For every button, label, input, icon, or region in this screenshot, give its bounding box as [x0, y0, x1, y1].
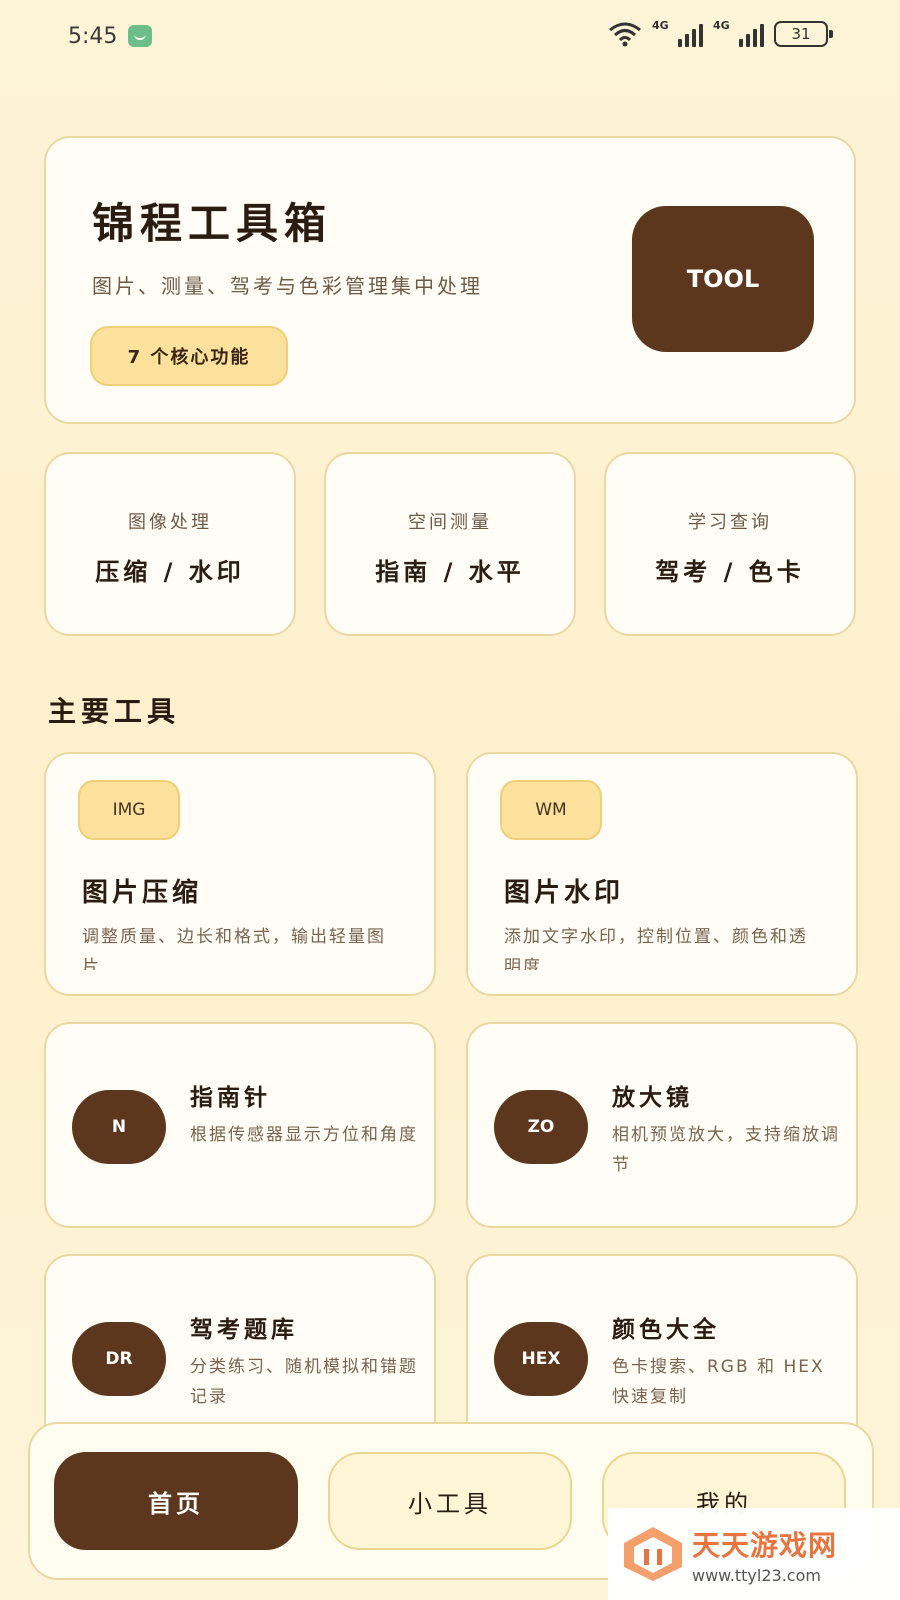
status-indicators: 4G 4G 31 [608, 19, 833, 48]
nav-home-button[interactable]: 首页 [54, 1452, 298, 1550]
tool-card-magnifier[interactable]: ZO 放大镜 相机预览放大，支持缩放调节 [466, 1022, 858, 1228]
network-type-label: 4G [652, 19, 669, 32]
tool-description: 根据传感器显示方位和角度 [190, 1125, 418, 1145]
img-icon: IMG [78, 780, 180, 840]
cellular-signal-icon: 4G [652, 19, 703, 47]
hero-card: 锦程工具箱 图片、测量、驾考与色彩管理集中处理 7 个核心功能 TOOL [44, 136, 856, 424]
category-tools: 压缩 / 水印 [95, 558, 245, 586]
zoom-icon: ZO [494, 1090, 588, 1164]
tool-description: 分类练习、随机模拟和错题记录 [190, 1357, 418, 1407]
section-title: 主要工具 [48, 695, 181, 728]
category-label: 图像处理 [128, 512, 212, 533]
notification-app-icon [128, 25, 152, 47]
watermark-logo-icon [624, 1527, 682, 1581]
tool-title: 图片水印 [504, 878, 625, 908]
tool-description: 添加文字水印，控制位置、颜色和透明度 [504, 927, 808, 970]
tool-title: 图片压缩 [82, 878, 203, 908]
tool-card-compass[interactable]: N 指南针 根据传感器显示方位和角度 [44, 1022, 436, 1228]
compass-icon: N [72, 1090, 166, 1164]
driving-icon: DR [72, 1322, 166, 1396]
category-card-study[interactable]: 学习查询 驾考 / 色卡 [604, 452, 856, 636]
status-time: 5:45 [68, 24, 118, 49]
category-card-measure[interactable]: 空间测量 指南 / 水平 [324, 452, 576, 636]
tool-description: 相机预览放大，支持缩放调节 [612, 1125, 840, 1175]
watermark-icon: WM [500, 780, 602, 840]
tool-title: 驾考题库 [190, 1317, 298, 1343]
tool-logo: TOOL [632, 206, 814, 352]
tool-title: 指南针 [190, 1085, 271, 1111]
tool-card-image-watermark[interactable]: WM 图片水印 添加文字水印，控制位置、颜色和透明度 [466, 752, 858, 996]
battery-level: 31 [791, 25, 811, 43]
network-type-label: 4G [713, 19, 730, 32]
feature-count-badge: 7 个核心功能 [90, 326, 288, 386]
app-title: 锦程工具箱 [92, 199, 333, 248]
category-tools: 指南 / 水平 [375, 558, 525, 586]
watermark-url: www.ttyl23.com [692, 1565, 821, 1585]
watermark-site-name: 天天游戏网 [692, 1528, 838, 1562]
tool-description: 色卡搜索、RGB 和 HEX 快速复制 [612, 1357, 825, 1407]
tool-title: 颜色大全 [612, 1317, 720, 1343]
category-label: 学习查询 [688, 512, 772, 533]
category-label: 空间测量 [408, 512, 492, 533]
nav-tools-button[interactable]: 小工具 [328, 1452, 572, 1550]
tool-card-image-compress[interactable]: IMG 图片压缩 调整质量、边长和格式，输出轻量图片 [44, 752, 436, 996]
category-card-image[interactable]: 图像处理 压缩 / 水印 [44, 452, 296, 636]
app-subtitle: 图片、测量、驾考与色彩管理集中处理 [92, 274, 483, 298]
wifi-icon [609, 22, 641, 47]
tool-title: 放大镜 [612, 1085, 693, 1111]
category-tools: 驾考 / 色卡 [655, 558, 805, 586]
hex-color-icon: HEX [494, 1322, 588, 1396]
status-bar: 5:45 4G 4G 31 [0, 0, 900, 72]
tool-description: 调整质量、边长和格式，输出轻量图片 [82, 927, 386, 970]
site-watermark: 天天游戏网 www.ttyl23.com [608, 1508, 900, 1600]
cellular-signal-icon: 4G [713, 19, 764, 47]
battery-icon: 31 [774, 21, 833, 47]
